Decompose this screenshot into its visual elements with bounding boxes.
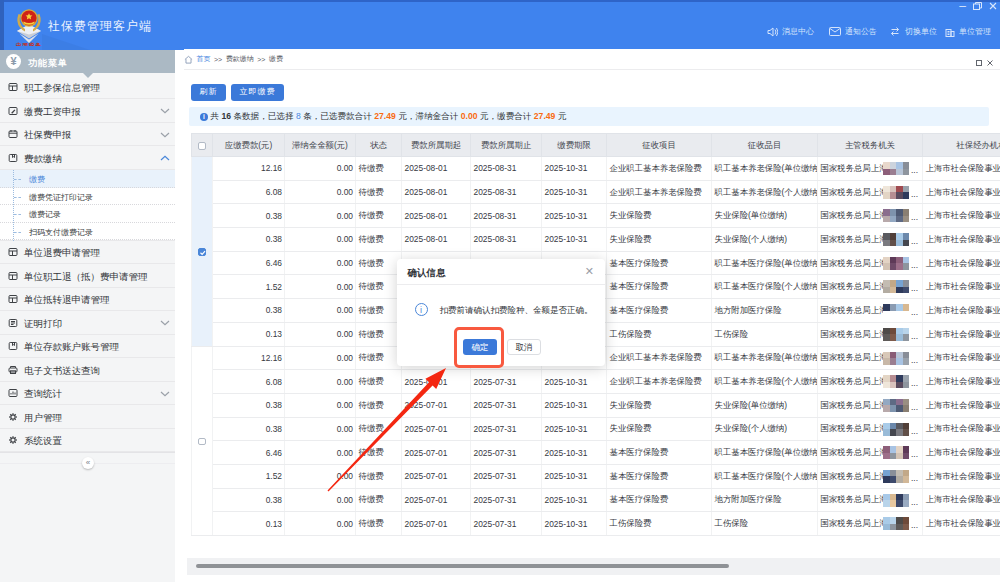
svg-text:中国税务: 中国税务 — [16, 42, 42, 46]
